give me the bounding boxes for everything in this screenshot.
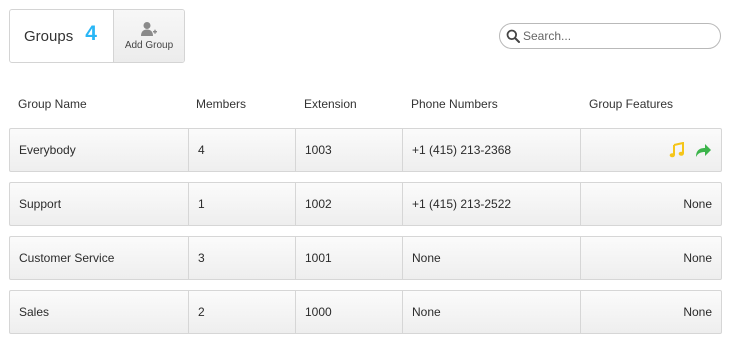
column-header-phone-numbers[interactable]: Phone Numbers (411, 97, 498, 111)
search-box[interactable] (499, 23, 721, 49)
phone-numbers-cell: +1 (415) 213-2522 (402, 183, 580, 225)
extension-cell: 1000 (295, 291, 402, 333)
column-header-group-features[interactable]: Group Features (589, 97, 673, 111)
table-row[interactable]: Everybody 4 1003 +1 (415) 213-2368 (9, 128, 722, 172)
extension-cell: 1002 (295, 183, 402, 225)
phone-numbers-cell: +1 (415) 213-2368 (402, 129, 580, 171)
groups-table-body: Everybody 4 1003 +1 (415) 213-2368 Suppo… (9, 128, 722, 344)
search-icon (506, 29, 520, 43)
members-cell: 3 (188, 237, 295, 279)
music-note-icon[interactable] (669, 142, 685, 158)
group-features-cell: None (580, 291, 721, 333)
members-cell: 1 (188, 183, 295, 225)
table-row[interactable]: Sales 2 1000 None None (9, 290, 722, 334)
table-header: Group Name Members Extension Phone Numbe… (0, 97, 735, 115)
group-name-cell: Sales (19, 305, 50, 319)
column-header-members[interactable]: Members (196, 97, 246, 111)
add-group-label: Add Group (124, 40, 174, 51)
page-title: Groups (24, 27, 74, 45)
search-input[interactable] (523, 29, 713, 43)
groups-title-area: Groups 4 (10, 10, 113, 62)
group-name-cell: Support (19, 197, 62, 211)
group-name-cell: Customer Service (19, 251, 115, 265)
group-features-cell (580, 129, 721, 171)
phone-numbers-cell: None (402, 291, 580, 333)
extension-cell: 1003 (295, 129, 402, 171)
groups-page: Groups 4 Add Group Group Name (0, 0, 735, 345)
column-header-group-name[interactable]: Group Name (18, 97, 87, 111)
members-cell: 4 (188, 129, 295, 171)
table-row[interactable]: Customer Service 3 1001 None None (9, 236, 722, 280)
members-cell: 2 (188, 291, 295, 333)
group-features-cell: None (580, 237, 721, 279)
add-user-icon (140, 21, 158, 37)
column-header-extension[interactable]: Extension (304, 97, 357, 111)
table-row[interactable]: Support 1 1002 +1 (415) 213-2522 None (9, 182, 722, 226)
group-features-cell: None (580, 183, 721, 225)
add-group-button[interactable]: Add Group (113, 10, 184, 62)
groups-header-card: Groups 4 Add Group (9, 9, 185, 63)
groups-count-badge: 4 (85, 22, 97, 45)
group-name-cell: Everybody (19, 143, 76, 157)
forward-arrow-icon[interactable] (694, 142, 712, 158)
extension-cell: 1001 (295, 237, 402, 279)
phone-numbers-cell: None (402, 237, 580, 279)
